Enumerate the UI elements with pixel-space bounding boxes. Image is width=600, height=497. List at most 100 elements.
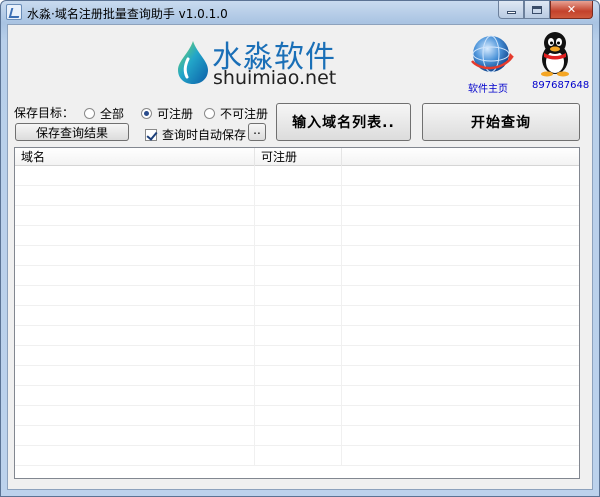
close-icon: ✕ xyxy=(566,3,577,16)
empty-cell xyxy=(255,206,342,226)
radio-unavailable-indicator[interactable] xyxy=(204,108,215,119)
empty-cell xyxy=(342,426,579,446)
qq-number-link[interactable]: 897687648 xyxy=(532,80,589,91)
radio-unavailable-label[interactable]: 不可注册 xyxy=(220,105,268,122)
empty-cell xyxy=(342,206,579,226)
radio-available-indicator[interactable] xyxy=(141,108,152,119)
auto-save-label[interactable]: 查询时自动保存 xyxy=(162,126,246,143)
import-domain-list-button[interactable]: 输入域名列表.. xyxy=(276,103,411,141)
homepage-link[interactable]: 软件主页 xyxy=(468,80,508,95)
empty-cell xyxy=(342,346,579,366)
empty-cell xyxy=(255,286,342,306)
start-query-button[interactable]: 开始查询 xyxy=(422,103,580,141)
empty-row xyxy=(15,246,579,266)
empty-row xyxy=(15,366,579,386)
empty-cell xyxy=(15,226,255,246)
empty-cell xyxy=(255,306,342,326)
empty-cell xyxy=(15,366,255,386)
list-body[interactable] xyxy=(15,166,579,478)
empty-cell xyxy=(15,166,255,186)
empty-cell xyxy=(342,266,579,286)
radio-all-label[interactable]: 全部 xyxy=(100,105,124,122)
list-header: 域名 可注册 xyxy=(15,148,579,166)
empty-cell xyxy=(342,186,579,206)
empty-cell xyxy=(15,386,255,406)
app-icon xyxy=(6,4,22,20)
empty-cell xyxy=(255,326,342,346)
column-header-available[interactable]: 可注册 xyxy=(255,148,342,166)
close-button[interactable]: ✕ xyxy=(550,1,593,19)
empty-row xyxy=(15,266,579,286)
empty-cell xyxy=(342,226,579,246)
radio-available[interactable]: 可注册 xyxy=(141,105,193,122)
empty-cell xyxy=(15,326,255,346)
empty-row xyxy=(15,286,579,306)
minimize-button[interactable] xyxy=(498,1,524,19)
empty-row xyxy=(15,446,579,466)
empty-cell xyxy=(15,346,255,366)
empty-row xyxy=(15,386,579,406)
empty-cell xyxy=(255,246,342,266)
logo-domain: shuimiao.net xyxy=(213,67,337,89)
empty-cell xyxy=(15,266,255,286)
empty-cell xyxy=(255,406,342,426)
save-target-label: 保存目标： xyxy=(14,106,75,120)
empty-cell xyxy=(342,406,579,426)
empty-row xyxy=(15,166,579,186)
minimize-icon xyxy=(506,11,516,14)
empty-row xyxy=(15,306,579,326)
empty-cell xyxy=(255,386,342,406)
column-header-domain[interactable]: 域名 xyxy=(15,148,255,166)
empty-cell xyxy=(342,166,579,186)
globe-icon[interactable] xyxy=(466,31,516,77)
empty-cell xyxy=(15,446,255,466)
results-list-view[interactable]: 域名 可注册 xyxy=(14,147,580,479)
empty-cell xyxy=(342,326,579,346)
empty-cell xyxy=(15,306,255,326)
empty-cell xyxy=(342,386,579,406)
empty-cell xyxy=(255,166,342,186)
empty-cell xyxy=(15,186,255,206)
empty-cell xyxy=(15,426,255,446)
maximize-icon xyxy=(532,5,542,14)
maximize-button[interactable] xyxy=(524,1,550,19)
browse-path-button[interactable]: .. xyxy=(248,123,266,141)
radio-unavailable[interactable]: 不可注册 xyxy=(204,105,268,122)
empty-cell xyxy=(342,246,579,266)
app-window: 水淼·域名注册批量查询助手 v1.0.1.0 ✕ 水淼软件 shuimiao.n… xyxy=(0,0,600,497)
empty-cell xyxy=(15,286,255,306)
empty-cell xyxy=(255,226,342,246)
empty-row xyxy=(15,326,579,346)
empty-cell xyxy=(342,306,579,326)
client-area: 水淼软件 shuimiao.net 软件主页 897687648 保存目标： 全… xyxy=(7,24,593,490)
caption-buttons: ✕ xyxy=(498,1,593,19)
empty-row xyxy=(15,186,579,206)
empty-cell xyxy=(255,446,342,466)
empty-cell xyxy=(255,426,342,446)
column-header-filler xyxy=(342,148,579,166)
auto-save-checkbox[interactable]: 查询时自动保存 xyxy=(145,126,246,143)
empty-row xyxy=(15,226,579,246)
radio-all-indicator[interactable] xyxy=(84,108,95,119)
empty-cell xyxy=(342,446,579,466)
empty-cell xyxy=(15,406,255,426)
empty-cell xyxy=(255,346,342,366)
window-title: 水淼·域名注册批量查询助手 v1.0.1.0 xyxy=(27,7,228,21)
empty-row xyxy=(15,346,579,366)
empty-cell xyxy=(255,266,342,286)
qq-penguin-icon[interactable] xyxy=(536,29,574,77)
title-bar[interactable]: 水淼·域名注册批量查询助手 v1.0.1.0 ✕ xyxy=(1,1,599,23)
empty-cell xyxy=(15,246,255,266)
empty-row xyxy=(15,426,579,446)
empty-cell xyxy=(15,206,255,226)
empty-cell xyxy=(342,366,579,386)
empty-row xyxy=(15,406,579,426)
save-results-button[interactable]: 保存查询结果 xyxy=(15,123,129,141)
auto-save-checkbox-box[interactable] xyxy=(145,128,157,141)
empty-cell xyxy=(255,186,342,206)
water-drop-logo-icon xyxy=(178,41,208,84)
radio-all[interactable]: 全部 xyxy=(84,105,124,122)
empty-cell xyxy=(342,286,579,306)
empty-cell xyxy=(255,366,342,386)
radio-available-label[interactable]: 可注册 xyxy=(157,105,193,122)
